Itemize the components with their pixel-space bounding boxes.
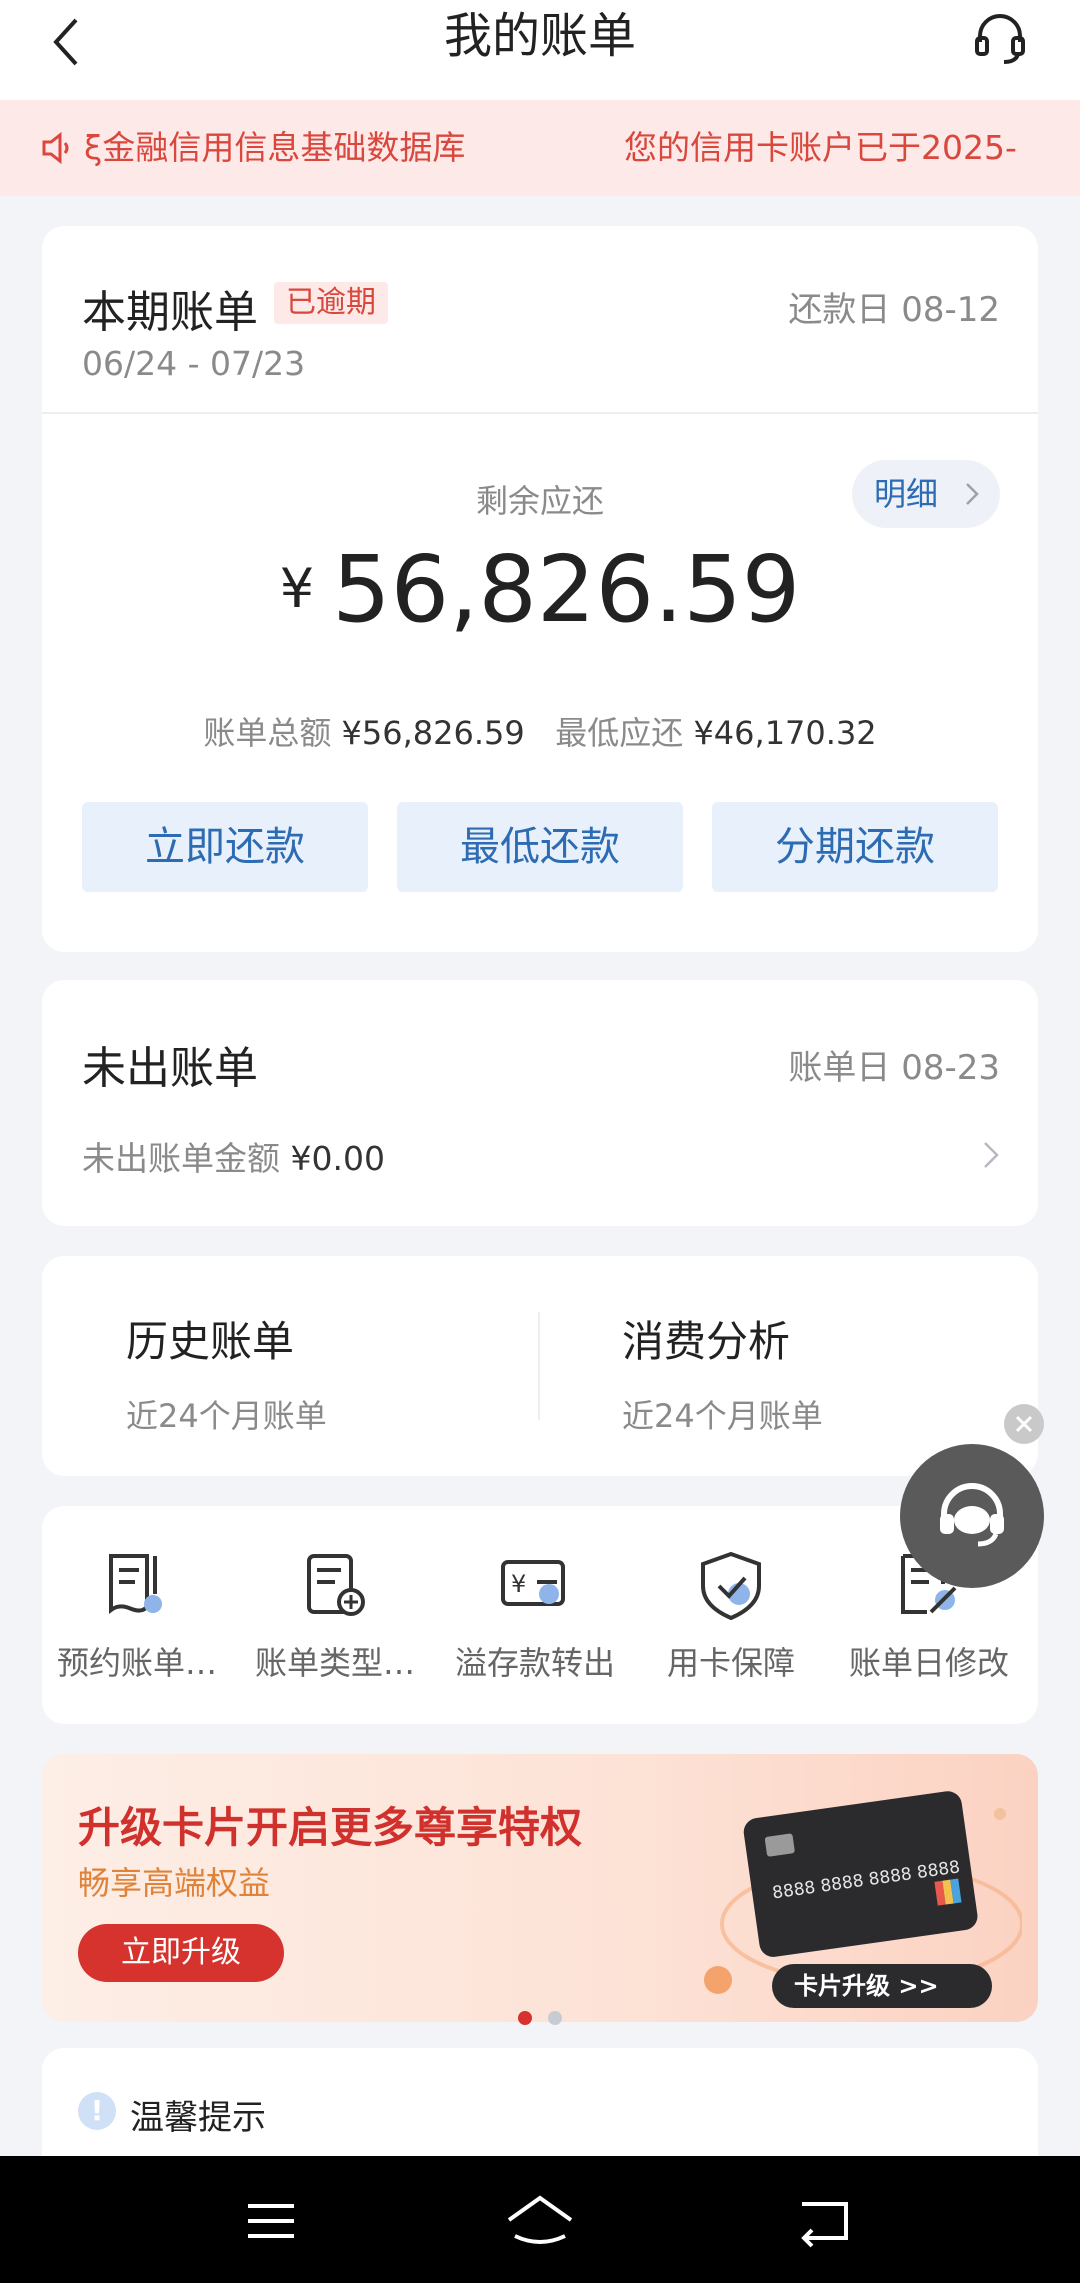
min-repay-button[interactable]: 最低还款 — [397, 802, 683, 892]
total-label: 账单总额 — [203, 714, 332, 752]
detail-label: 明细 — [874, 475, 939, 513]
float-close-button[interactable] — [1004, 1404, 1044, 1444]
tool-bill-type[interactable]: 账单类型… — [240, 1548, 430, 1684]
tips-title: 温馨提示 — [130, 2098, 266, 2138]
home-icon[interactable] — [505, 2186, 575, 2256]
status-badge: 已逾期 — [274, 282, 388, 324]
tool-card-protection[interactable]: 用卡保障 — [636, 1548, 826, 1684]
banner-title: 升级卡片开启更多尊享特权 — [78, 1803, 583, 1852]
card-protection-icon — [701, 1551, 761, 1621]
detail-button[interactable]: 明细 — [852, 460, 1000, 528]
chevron-right-icon — [984, 1142, 999, 1168]
divider — [42, 412, 1038, 414]
installment-button[interactable]: 分期还款 — [712, 802, 998, 892]
bill-summary: 账单总额 ¥56,826.59 最低应还 ¥46,170.32 — [42, 708, 1038, 754]
headset-icon[interactable] — [970, 8, 1030, 68]
tool-label: 预约账单… — [56, 1644, 217, 1682]
spending-analysis-item[interactable]: 消费分析 近24个月账单 — [622, 1308, 823, 1437]
current-bill-card: 本期账单 已逾期 还款日 08-12 06/24 - 07/23 剩余应还 明细… — [42, 226, 1038, 952]
unbilled-amount: 未出账单金额 ¥0.00 — [82, 1132, 385, 1180]
bill-day: 账单日 08-23 — [788, 1048, 1000, 1088]
menu-icon[interactable] — [236, 2186, 306, 2256]
currency-symbol: ¥ — [279, 557, 315, 620]
unbilled-amount-label: 未出账单金额 — [82, 1139, 280, 1178]
appointment-bill-icon — [109, 1554, 162, 1614]
carousel-dot-active — [518, 2011, 532, 2025]
total-value: ¥56,826.59 — [341, 714, 525, 752]
tool-deposit-transfer[interactable]: ¥ 溢存款转出 — [440, 1548, 630, 1684]
credit-card-illustration: 8888 8888 8888 8888 卡片升级 >> — [704, 1791, 1022, 2008]
upgrade-now-button[interactable]: 立即升级 — [78, 1924, 284, 1982]
history-bill-title: 历史账单 — [126, 1317, 295, 1366]
floating-service-button[interactable] — [900, 1444, 1044, 1588]
history-bill-sub: 近24个月账单 — [126, 1397, 327, 1435]
repay-now-button[interactable]: 立即还款 — [82, 802, 368, 892]
history-card: 历史账单 近24个月账单 消费分析 近24个月账单 — [42, 1256, 1038, 1476]
notice-text-1: ξ金融信用信息基础数据库 — [84, 128, 466, 167]
page-title: 我的账单 — [443, 8, 636, 64]
tool-label: 账单日修改 — [848, 1644, 1009, 1682]
notice-text-2: 您的信用卡账户已于2025- — [624, 128, 1017, 167]
due-date: 还款日 08-12 — [788, 290, 1000, 330]
unbilled-card[interactable]: 未出账单 账单日 08-23 未出账单金额 ¥0.00 — [42, 980, 1038, 1226]
system-nav-bar — [0, 2156, 1080, 2283]
carousel-indicator — [0, 2010, 1080, 2029]
remaining-amount: 56,826.59 — [332, 536, 801, 643]
notice-bar[interactable]: ξ金融信用信息基础数据库 您的信用卡账户已于2025- — [0, 100, 1080, 196]
close-icon — [1015, 1415, 1033, 1433]
bill-title: 本期账单 — [82, 287, 258, 338]
unbilled-title: 未出账单 — [82, 1043, 258, 1094]
divider — [538, 1312, 540, 1420]
notice-text: ξ金融信用信息基础数据库 您的信用卡账户已于2025- — [84, 100, 1044, 196]
min-value: ¥46,170.32 — [693, 714, 877, 752]
headset-icon — [940, 1483, 1004, 1547]
amount-row: ¥56,826.59 — [42, 536, 1038, 643]
spending-analysis-title: 消费分析 — [622, 1317, 791, 1366]
spending-analysis-sub: 近24个月账单 — [622, 1397, 823, 1435]
tool-label: 溢存款转出 — [454, 1644, 615, 1682]
back-icon[interactable] — [788, 2186, 858, 2256]
tool-label: 账单类型… — [254, 1644, 415, 1682]
tools-card: 预约账单… 账单类型… ¥ 溢存款转出 用卡保障 账单日修改 — [42, 1506, 1038, 1724]
banner-subtitle: 畅享高端权益 — [78, 1864, 271, 1902]
carousel-dot — [548, 2011, 562, 2025]
tool-appointment-bill[interactable]: 预约账单… — [42, 1548, 232, 1684]
unbilled-amount-value: ¥0.00 — [290, 1139, 385, 1178]
header-bar: 我的账单 — [0, 0, 1080, 100]
bill-type-icon — [307, 1554, 365, 1616]
card-upgrade-tag: 卡片升级 >> — [794, 1972, 939, 2000]
speaker-icon — [42, 131, 69, 165]
upgrade-banner[interactable]: 升级卡片开启更多尊享特权 畅享高端权益 立即升级 8888 8888 8888 … — [42, 1754, 1038, 2022]
min-label: 最低应还 — [555, 714, 684, 752]
repay-button-row: 立即还款 最低还款 分期还款 — [82, 802, 998, 892]
chevron-right-icon — [966, 483, 979, 505]
history-bill-item[interactable]: 历史账单 近24个月账单 — [126, 1308, 327, 1437]
svg-text:¥: ¥ — [511, 1570, 526, 1598]
deposit-transfer-icon: ¥ — [501, 1560, 565, 1606]
bill-period: 06/24 - 07/23 — [82, 344, 306, 383]
tool-label: 用卡保障 — [666, 1644, 795, 1682]
info-icon: ! — [78, 2092, 116, 2130]
